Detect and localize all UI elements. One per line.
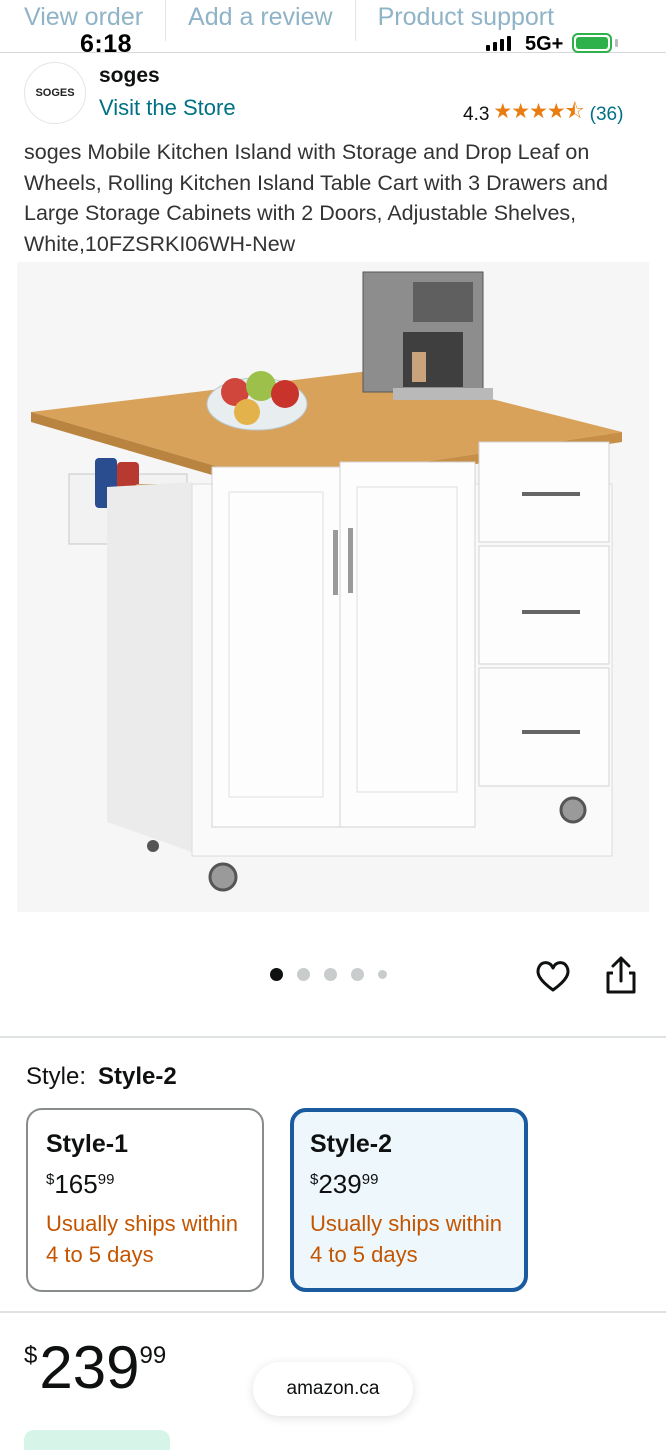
domain-pill[interactable]: amazon.ca: [253, 1362, 413, 1416]
style-option-price: $23999: [310, 1169, 379, 1199]
product-title: soges Mobile Kitchen Island with Storage…: [24, 140, 608, 256]
selected-style-name: Style-2: [98, 1063, 177, 1090]
style-option-shipping: Usually ships within 4 to 5 days: [310, 1211, 502, 1267]
section-divider-2: [0, 1311, 666, 1313]
battery-icon: [572, 33, 612, 53]
rating-value: 4.3: [463, 103, 490, 125]
style-option-2[interactable]: Style-2 $23999 Usually ships within 4 to…: [290, 1108, 528, 1292]
current-price: $23999: [24, 1334, 167, 1401]
signal-icon: [486, 36, 511, 51]
section-divider: [0, 1036, 666, 1038]
battery-cap: [615, 39, 618, 47]
style-option-shipping: Usually ships within 4 to 5 days: [46, 1211, 238, 1267]
share-icon[interactable]: [602, 955, 640, 997]
style-selector-label: Style: Style-2: [26, 1063, 177, 1091]
carousel-dot-3[interactable]: [324, 968, 337, 981]
style-option-1[interactable]: Style-1 $16599 Usually ships within 4 to…: [26, 1108, 264, 1292]
brand-logo[interactable]: SOGES: [24, 62, 86, 124]
tab-add-review[interactable]: Add a review: [166, 0, 356, 41]
review-count[interactable]: (36): [590, 104, 624, 126]
carousel-dots: [270, 968, 387, 981]
brand-name: soges: [99, 64, 160, 87]
rating-summary[interactable]: 4.3 ★★★★⯪ (36): [463, 97, 623, 132]
style-label-text: Style:: [26, 1063, 87, 1090]
network-label: 5G+: [525, 33, 564, 55]
heart-icon[interactable]: [533, 956, 573, 996]
carousel-dot-4[interactable]: [351, 968, 364, 981]
carousel-dot-2[interactable]: [297, 968, 310, 981]
carousel-dot-1[interactable]: [270, 968, 283, 981]
style-option-price: $16599: [46, 1169, 115, 1199]
deal-badge: [24, 1430, 170, 1450]
style-option-name: Style-1: [46, 1130, 128, 1158]
product-image[interactable]: [17, 262, 649, 912]
style-option-name: Style-2: [310, 1130, 392, 1158]
brand-logo-text: SOGES: [35, 87, 75, 99]
visit-store-link[interactable]: Visit the Store: [99, 95, 236, 121]
status-time: 6:18: [80, 30, 133, 58]
carousel-dot-5[interactable]: [378, 970, 387, 979]
star-rating-icon: ★★★★⯪: [493, 100, 584, 123]
